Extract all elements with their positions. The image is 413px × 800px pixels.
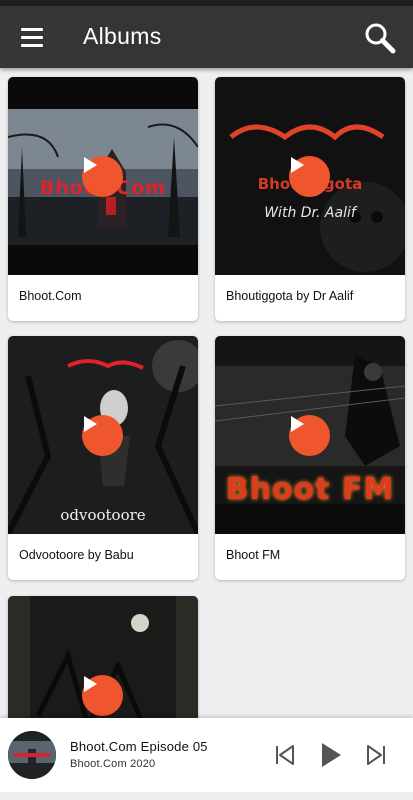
album-title: Bhoot.Com xyxy=(19,289,82,303)
mini-player[interactable]: Bhoot.Com Episode 05 Bhoot.Com 2020 xyxy=(0,718,413,792)
play-button[interactable] xyxy=(82,156,123,197)
play-button[interactable] xyxy=(82,415,123,456)
search-icon[interactable] xyxy=(362,20,398,56)
skip-next-icon[interactable] xyxy=(361,740,391,770)
play-icon xyxy=(84,157,97,173)
play-button[interactable] xyxy=(289,156,330,197)
album-art-title: odvootoore xyxy=(60,506,146,524)
album-art: Bhoutiggota With Dr. Aalif xyxy=(215,77,405,275)
now-playing-title: Bhoot.Com Episode 05 xyxy=(70,739,208,754)
play-icon xyxy=(291,416,304,432)
page-title: Albums xyxy=(83,23,162,49)
play-icon xyxy=(291,157,304,173)
album-card[interactable]: Bhoot.Com Bhoot.Com xyxy=(8,77,198,321)
album-art: Bhoot FM xyxy=(215,336,405,534)
play-button[interactable] xyxy=(289,415,330,456)
play-button[interactable] xyxy=(82,675,123,716)
skip-previous-icon[interactable] xyxy=(270,740,300,770)
now-playing-thumbnail[interactable] xyxy=(8,731,56,779)
album-title: Bhoot FM xyxy=(226,548,281,562)
album-art-subtitle: With Dr. Aalif xyxy=(264,205,356,221)
album-card[interactable] xyxy=(8,596,198,718)
album-art: odvootoore xyxy=(8,336,198,534)
bottom-strip xyxy=(0,792,413,800)
album-title: Bhoutiggota by Dr Aalif xyxy=(226,289,354,303)
album-grid: Bhoot.Com Bhoot.Com Bhoutiggota With Dr.… xyxy=(0,68,413,718)
hamburger-menu-icon[interactable] xyxy=(14,20,50,54)
album-card[interactable]: Bhoot FM Bhoot FM xyxy=(215,336,405,580)
play-icon xyxy=(84,676,97,692)
album-art xyxy=(8,596,198,718)
album-card[interactable]: odvootoore Odvootoore by Babu xyxy=(8,336,198,580)
now-playing-subtitle: Bhoot.Com 2020 xyxy=(70,758,156,770)
album-card[interactable]: Bhoutiggota With Dr. Aalif Bhoutiggota b… xyxy=(215,77,405,321)
app-bar: Albums xyxy=(0,6,413,68)
album-art-title: Bhoot FM xyxy=(225,472,395,507)
play-icon[interactable] xyxy=(316,740,346,770)
album-title: Odvootoore by Babu xyxy=(19,548,134,562)
album-art: Bhoot.Com xyxy=(8,77,198,275)
play-icon xyxy=(84,416,97,432)
